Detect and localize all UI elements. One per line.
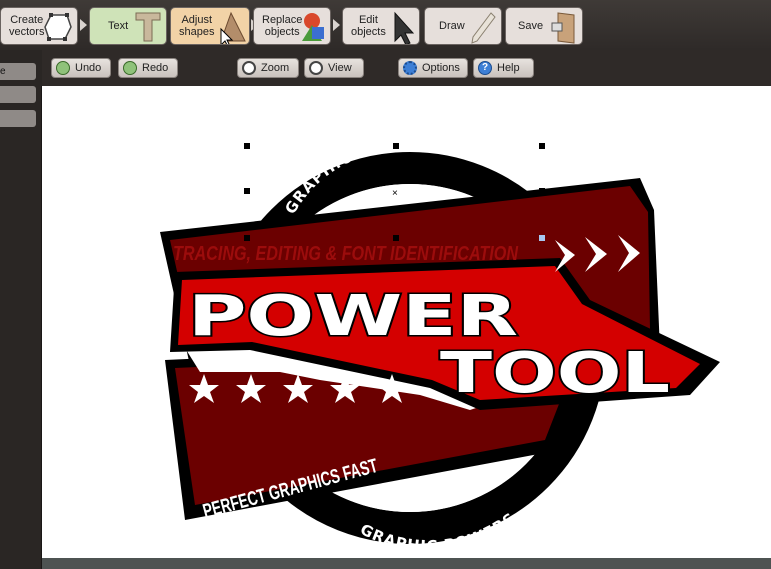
redo-icon bbox=[123, 61, 137, 75]
selection-handle-corner[interactable] bbox=[539, 235, 545, 241]
save-door-icon bbox=[551, 12, 575, 44]
adjust-shapes-label: Adjust shapes bbox=[179, 14, 215, 38]
logo-tool-text: TOOL bbox=[440, 341, 670, 406]
adjust-shapes-button[interactable]: Adjust shapes bbox=[170, 7, 250, 45]
create-vectors-label: Create vectors bbox=[9, 14, 45, 38]
gear-icon bbox=[403, 61, 417, 75]
redo-label: Redo bbox=[142, 62, 169, 74]
help-button[interactable]: ? Help bbox=[473, 58, 534, 78]
undo-button[interactable]: Undo bbox=[51, 58, 111, 78]
step-arrow-icon bbox=[333, 19, 340, 31]
zoom-button[interactable]: Zoom bbox=[237, 58, 299, 78]
save-label: Save bbox=[518, 20, 544, 32]
magnifier-icon bbox=[242, 61, 256, 75]
redo-button[interactable]: Redo bbox=[118, 58, 178, 78]
logo-banner-text: TRACING, EDITING & FONT IDENTIFICATION bbox=[173, 243, 518, 265]
edit-objects-label: Edit objects bbox=[351, 14, 386, 38]
adjust-cursor-icon bbox=[220, 11, 246, 44]
options-label: Options bbox=[422, 62, 460, 74]
sidebar-tab-2[interactable] bbox=[0, 86, 36, 103]
options-button[interactable]: Options bbox=[398, 58, 468, 78]
view-screen-icon bbox=[309, 61, 323, 75]
sidebar-tab-3[interactable] bbox=[0, 110, 36, 127]
view-button[interactable]: View bbox=[304, 58, 364, 78]
text-label: Text bbox=[108, 20, 129, 32]
text-t-icon bbox=[135, 12, 161, 42]
vector-shape-icon bbox=[44, 13, 72, 41]
zoom-label: Zoom bbox=[261, 62, 290, 74]
undo-label: Undo bbox=[75, 62, 102, 74]
pointer-arrow-icon bbox=[394, 11, 415, 44]
draw-label: Draw bbox=[439, 20, 465, 32]
save-button[interactable]: Save bbox=[505, 7, 583, 45]
draw-button[interactable]: Draw bbox=[424, 7, 502, 45]
step-arrow-icon bbox=[80, 19, 87, 31]
help-label: Help bbox=[497, 62, 520, 74]
logo-power-text: POWER bbox=[188, 284, 518, 349]
sidebar-tab-1[interactable]: e bbox=[0, 63, 36, 80]
drawing-canvas[interactable]: GRAPHIC TRACER TRACING, EDITING & FONT I… bbox=[42, 86, 771, 558]
text-button[interactable]: Text bbox=[89, 7, 167, 45]
view-label: View bbox=[328, 62, 352, 74]
create-vectors-button[interactable]: Create vectors bbox=[0, 7, 78, 45]
selection-center-marker: × bbox=[392, 188, 398, 199]
sidebar-tab-1-label: e bbox=[0, 66, 6, 77]
power-tool-logo: GRAPHIC TRACER TRACING, EDITING & FONT I… bbox=[160, 136, 720, 555]
replace-objects-label: Replace objects bbox=[262, 14, 303, 38]
help-question-icon: ? bbox=[478, 61, 492, 75]
left-panel bbox=[0, 50, 42, 569]
pencil-icon bbox=[471, 12, 496, 44]
replace-objects-button[interactable]: Replace objects bbox=[253, 7, 331, 45]
undo-icon bbox=[56, 61, 70, 75]
edit-objects-button[interactable]: Edit objects bbox=[342, 7, 420, 45]
status-bar bbox=[42, 558, 771, 569]
